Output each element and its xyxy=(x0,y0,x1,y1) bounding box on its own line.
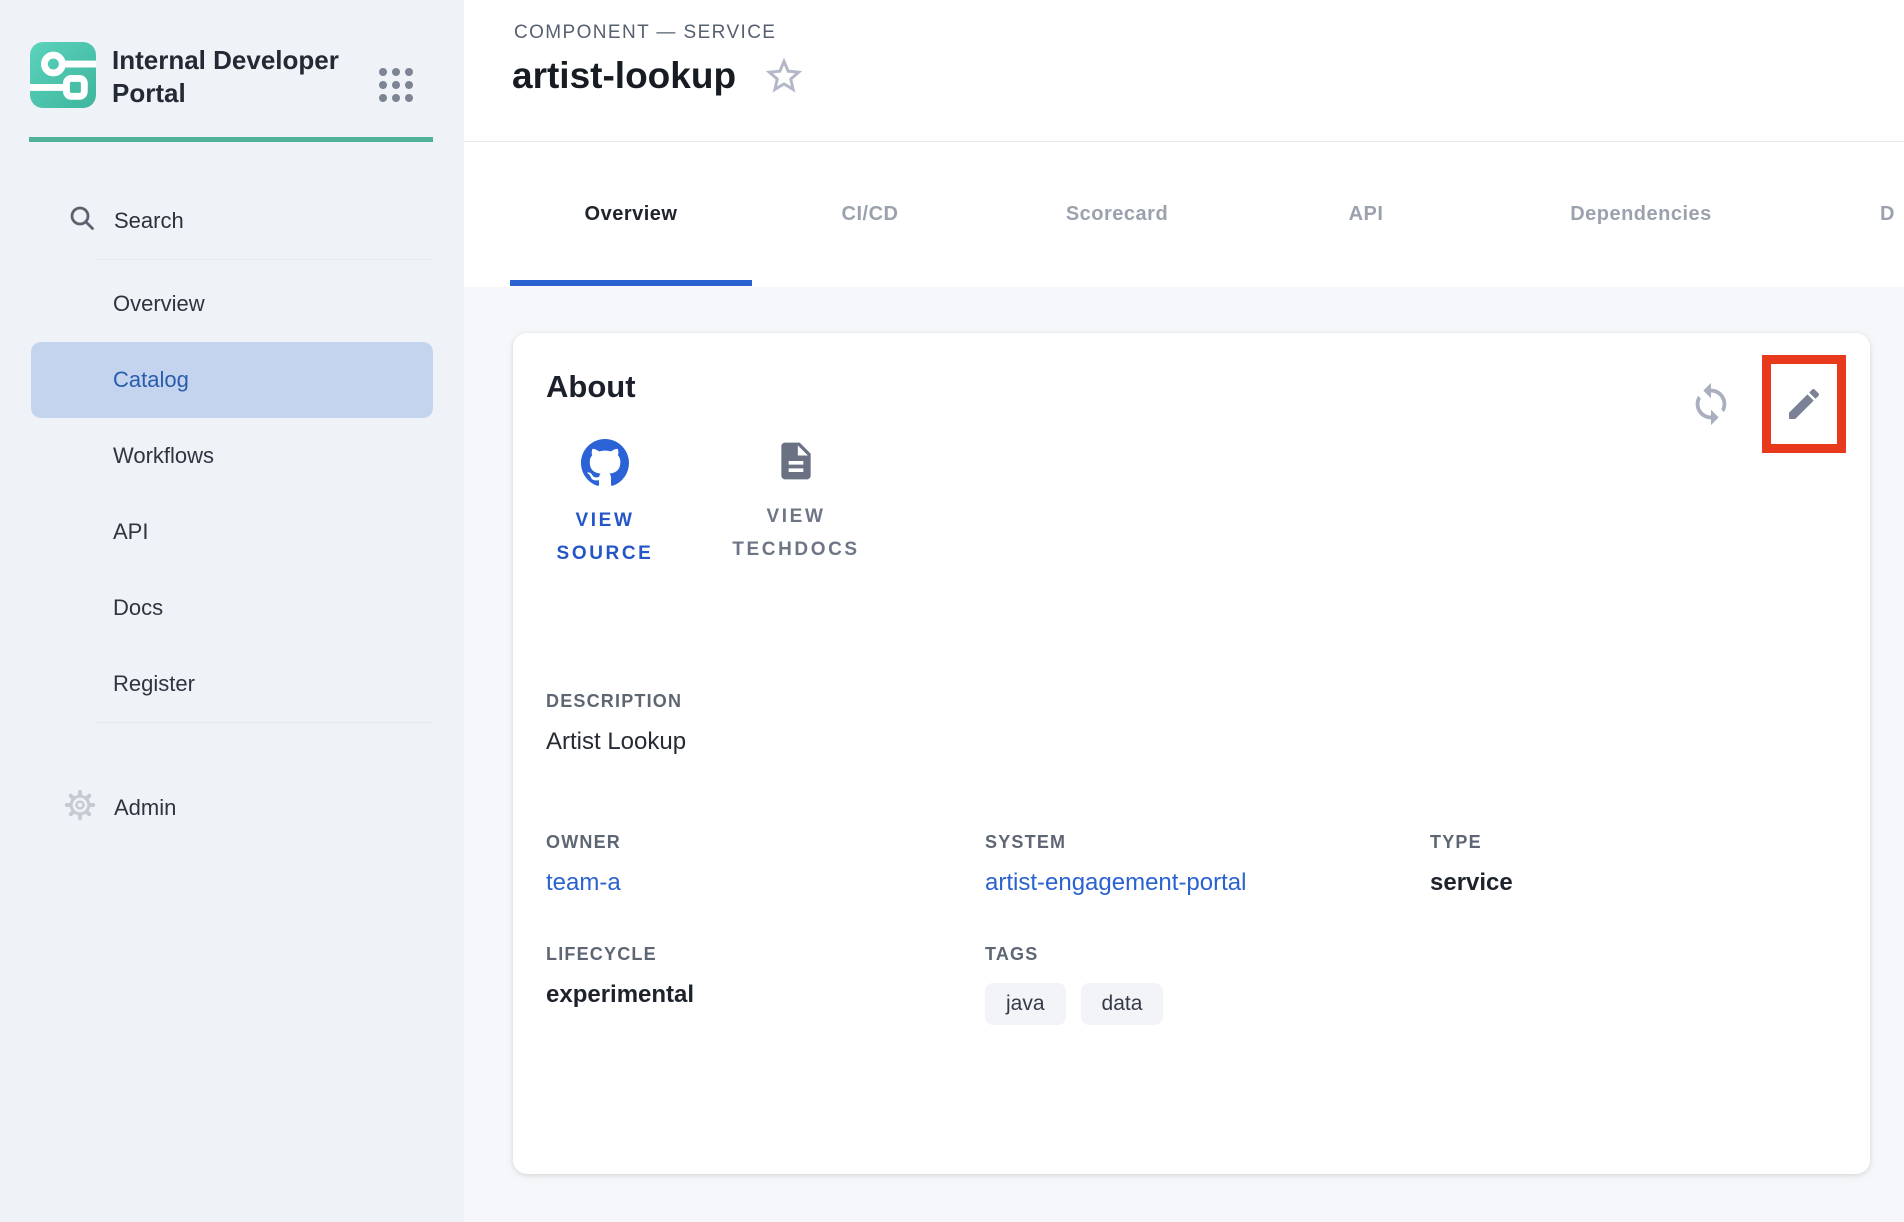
type-value: service xyxy=(1430,869,1513,897)
field-type: TYPE service xyxy=(1430,832,1513,897)
edit-pencil-button[interactable] xyxy=(1784,384,1824,424)
tab-api[interactable]: API xyxy=(1246,142,1486,286)
sidebar-item-overview[interactable]: Overview xyxy=(31,266,433,342)
system-label: SYSTEM xyxy=(985,832,1246,853)
entity-tabs: Overview CI/CD Scorecard API Dependencie… xyxy=(464,142,1904,286)
description-label: DESCRIPTION xyxy=(546,691,686,712)
favorite-star-icon[interactable] xyxy=(762,54,806,98)
annotation-highlight-box xyxy=(1762,355,1846,453)
tab-cicd[interactable]: CI/CD xyxy=(750,142,990,286)
sidebar-item-search[interactable]: Search xyxy=(0,192,464,250)
tab-scorecard[interactable]: Scorecard xyxy=(997,142,1237,286)
tag-chip[interactable]: java xyxy=(985,983,1066,1025)
tab-docs-clipped[interactable]: D xyxy=(1880,142,1904,286)
view-techdocs-link[interactable]: VIEW TECHDOCS xyxy=(712,439,880,570)
lifecycle-value: experimental xyxy=(546,981,694,1009)
techdocs-file-icon xyxy=(774,439,818,488)
page-title: artist-lookup xyxy=(512,55,736,97)
refresh-button[interactable] xyxy=(1688,381,1734,427)
brand-underline xyxy=(29,137,433,142)
owner-label: OWNER xyxy=(546,832,621,853)
sidebar-item-admin[interactable]: Admin xyxy=(0,780,464,836)
github-icon xyxy=(581,439,629,492)
sidebar-item-api[interactable]: API xyxy=(31,494,433,570)
field-owner: OWNER team-a xyxy=(546,832,621,897)
lifecycle-label: LIFECYCLE xyxy=(546,944,694,965)
portal-logo-icon xyxy=(30,42,96,108)
apps-grid-icon[interactable] xyxy=(379,68,413,102)
gear-icon xyxy=(64,789,96,827)
tab-dependencies[interactable]: Dependencies xyxy=(1521,142,1761,286)
entity-header: COMPONENT — SERVICE artist-lookup xyxy=(464,0,1904,142)
sidebar-item-docs[interactable]: Docs xyxy=(31,570,433,646)
sidebar-nav: Overview Catalog Workflows API Docs Regi… xyxy=(31,266,433,722)
tag-chip[interactable]: data xyxy=(1081,983,1164,1025)
tags-label: TAGS xyxy=(985,944,1163,965)
divider xyxy=(96,259,434,260)
field-lifecycle: LIFECYCLE experimental xyxy=(546,944,694,1009)
about-card-title: About xyxy=(546,369,636,405)
brand[interactable]: Internal Developer Portal xyxy=(30,42,357,110)
main-area: COMPONENT — SERVICE artist-lookup Overvi… xyxy=(464,0,1904,1222)
tab-content: About xyxy=(464,287,1904,1222)
search-label: Search xyxy=(114,208,184,234)
sidebar-item-catalog[interactable]: Catalog xyxy=(31,342,433,418)
field-description: DESCRIPTION Artist Lookup xyxy=(546,691,686,756)
tab-overview[interactable]: Overview xyxy=(510,142,752,286)
description-value: Artist Lookup xyxy=(546,728,686,756)
sidebar-item-workflows[interactable]: Workflows xyxy=(31,418,433,494)
search-icon xyxy=(66,202,98,240)
breadcrumb: COMPONENT — SERVICE xyxy=(514,22,776,44)
sidebar-item-register[interactable]: Register xyxy=(31,646,433,722)
brand-title: Internal Developer Portal xyxy=(112,42,357,110)
owner-link[interactable]: team-a xyxy=(546,869,621,897)
view-techdocs-label: VIEW TECHDOCS xyxy=(712,500,880,566)
view-source-label: VIEW SOURCE xyxy=(546,504,664,570)
divider xyxy=(96,722,434,723)
field-tags: TAGS java data xyxy=(985,944,1163,1025)
sidebar: Internal Developer Portal Search Overvie… xyxy=(0,0,464,1222)
field-system: SYSTEM artist-engagement-portal xyxy=(985,832,1246,897)
system-link[interactable]: artist-engagement-portal xyxy=(985,869,1246,897)
type-label: TYPE xyxy=(1430,832,1513,853)
about-card: About xyxy=(513,333,1870,1174)
admin-label: Admin xyxy=(114,795,176,821)
view-source-link[interactable]: VIEW SOURCE xyxy=(546,439,664,570)
